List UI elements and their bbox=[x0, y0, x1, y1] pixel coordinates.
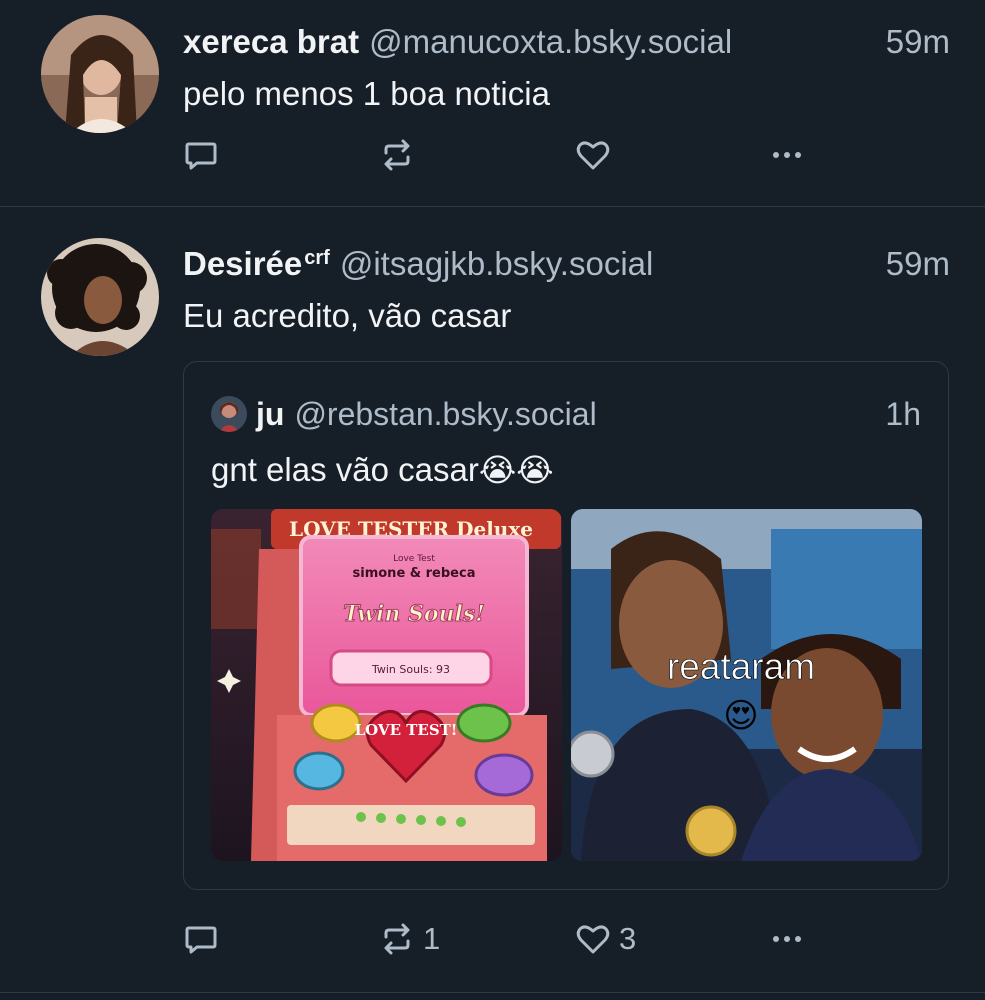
handle[interactable]: @manucoxta.bsky.social bbox=[369, 23, 732, 60]
repost-count: 1 bbox=[423, 921, 441, 956]
post-2[interactable]: Desirée crf @itsagjkb.bsky.social 59m Eu a… bbox=[0, 207, 985, 997]
love-tester-image[interactable]: LOVE TESTER Deluxe Love Test simone & re… bbox=[211, 509, 562, 861]
repost-arrows-icon bbox=[384, 139, 410, 171]
more-button[interactable] bbox=[769, 919, 805, 959]
post-1[interactable]: xereca brat @manucoxta.bsky.social 59m pe… bbox=[0, 0, 985, 206]
repost-button[interactable]: 1 bbox=[379, 919, 440, 959]
post-actions: 1 3 bbox=[183, 919, 823, 959]
post-text: Eu acredito, vão casar bbox=[183, 297, 512, 334]
handle[interactable]: @itsagjkb.bsky.social bbox=[340, 245, 654, 282]
love-test-button-label: LOVE TEST! bbox=[355, 721, 458, 739]
repost-arrows-icon bbox=[384, 923, 410, 955]
quoted-post[interactable]: ju @rebstan.bsky.social 1h gnt elas vão c… bbox=[183, 361, 949, 890]
avatar[interactable] bbox=[211, 396, 247, 432]
more-dots-icon bbox=[773, 152, 801, 158]
love-test-subtitle: Love Test bbox=[393, 554, 435, 564]
heart-icon bbox=[576, 925, 610, 954]
heart-eyes-emoji: 😍 bbox=[723, 697, 758, 735]
post-actions bbox=[183, 135, 823, 175]
result-script: Twin Souls! bbox=[343, 601, 485, 627]
crying-emoji: 😭😭 bbox=[478, 452, 554, 488]
more-dots-icon bbox=[773, 936, 801, 942]
post-divider bbox=[0, 992, 985, 993]
gymnasts-photo[interactable]: reataram 😍 bbox=[571, 509, 922, 861]
couple-names: simone & rebeca bbox=[353, 566, 476, 581]
like-button[interactable]: 3 bbox=[575, 919, 636, 959]
more-button[interactable] bbox=[769, 135, 805, 175]
like-count: 3 bbox=[619, 921, 637, 956]
avatar[interactable] bbox=[41, 238, 159, 356]
heart-icon bbox=[576, 141, 610, 170]
reply-button[interactable] bbox=[183, 135, 227, 175]
timestamp[interactable]: 59m bbox=[886, 242, 950, 286]
timestamp[interactable]: 59m bbox=[886, 20, 950, 64]
meme-caption: reataram bbox=[667, 646, 815, 687]
result-bar-text: Twin Souls: 93 bbox=[371, 663, 450, 676]
like-button[interactable] bbox=[575, 135, 619, 175]
name-suffix: crf bbox=[304, 247, 330, 269]
reply-button[interactable] bbox=[183, 919, 227, 959]
quoted-text: gnt elas vão casar bbox=[211, 451, 479, 488]
handle[interactable]: @rebstan.bsky.social bbox=[294, 396, 596, 432]
display-name[interactable]: Desirée bbox=[183, 245, 302, 282]
post-text: pelo menos 1 boa noticia bbox=[183, 75, 550, 112]
avatar[interactable] bbox=[41, 15, 159, 133]
display-name[interactable]: ju bbox=[256, 396, 284, 432]
display-name[interactable]: xereca brat bbox=[183, 23, 359, 60]
speech-bubble-icon bbox=[185, 926, 217, 954]
quoted-post-text: gnt elas vão casar😭😭 bbox=[211, 448, 554, 492]
repost-button[interactable] bbox=[379, 135, 423, 175]
timestamp[interactable]: 1h bbox=[885, 392, 921, 436]
speech-bubble-icon bbox=[185, 142, 217, 170]
